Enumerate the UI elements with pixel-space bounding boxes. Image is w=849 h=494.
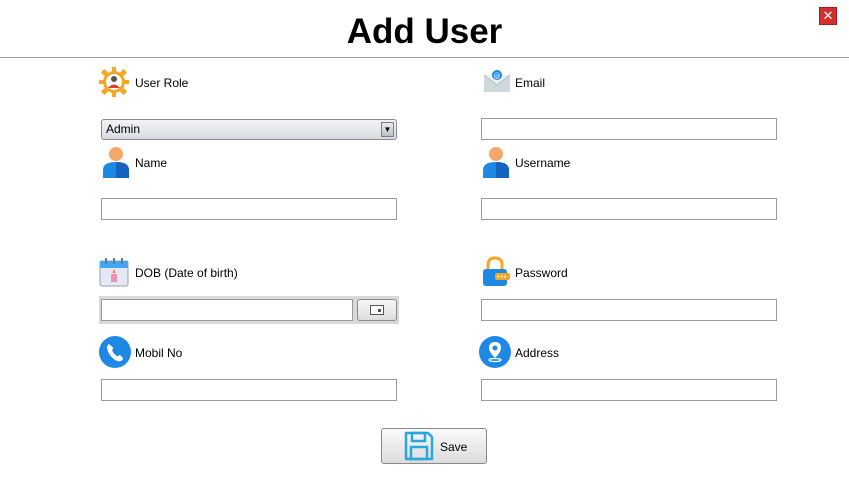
chevron-down-icon[interactable]: ▼: [381, 122, 394, 137]
password-label: Password: [515, 266, 568, 280]
person-icon: [103, 147, 129, 178]
email-field[interactable]: [481, 118, 777, 140]
dob-field[interactable]: [101, 299, 353, 321]
user-gear-icon: [99, 67, 129, 97]
mobile-field[interactable]: [101, 379, 397, 401]
save-button-label: Save: [440, 440, 468, 454]
name-label: Name: [135, 156, 168, 170]
svg-text:@: @: [494, 72, 501, 80]
mobile-label: Mobil No: [135, 346, 183, 360]
location-pin-icon: [479, 336, 511, 368]
date-picker-button[interactable]: [357, 299, 397, 321]
phone-icon: [99, 336, 131, 368]
username-field[interactable]: [481, 198, 777, 220]
close-button[interactable]: ✕: [819, 7, 837, 25]
floppy-disk-icon: [404, 431, 434, 461]
calendar-small-icon: [370, 305, 384, 315]
calendar-icon: [99, 258, 129, 287]
password-field[interactable]: [481, 299, 777, 321]
email-icon: @: [483, 70, 511, 92]
name-field[interactable]: [101, 198, 397, 220]
save-button[interactable]: Save: [381, 428, 487, 464]
dob-label: DOB (Date of birth): [135, 266, 238, 280]
address-label: Address: [515, 346, 560, 360]
username-label: Username: [515, 156, 571, 170]
window-title: Add User: [346, 12, 503, 51]
user-role-select[interactable]: Admin ▼: [101, 119, 397, 140]
header-divider: [0, 57, 849, 58]
close-icon: ✕: [822, 9, 834, 24]
user-role-label: User Role: [135, 76, 189, 90]
address-field[interactable]: [481, 379, 777, 401]
person-icon: [483, 147, 509, 178]
lock-icon: [483, 256, 510, 286]
email-label: Email: [515, 76, 546, 90]
user-role-selected-value: Admin: [106, 122, 141, 136]
